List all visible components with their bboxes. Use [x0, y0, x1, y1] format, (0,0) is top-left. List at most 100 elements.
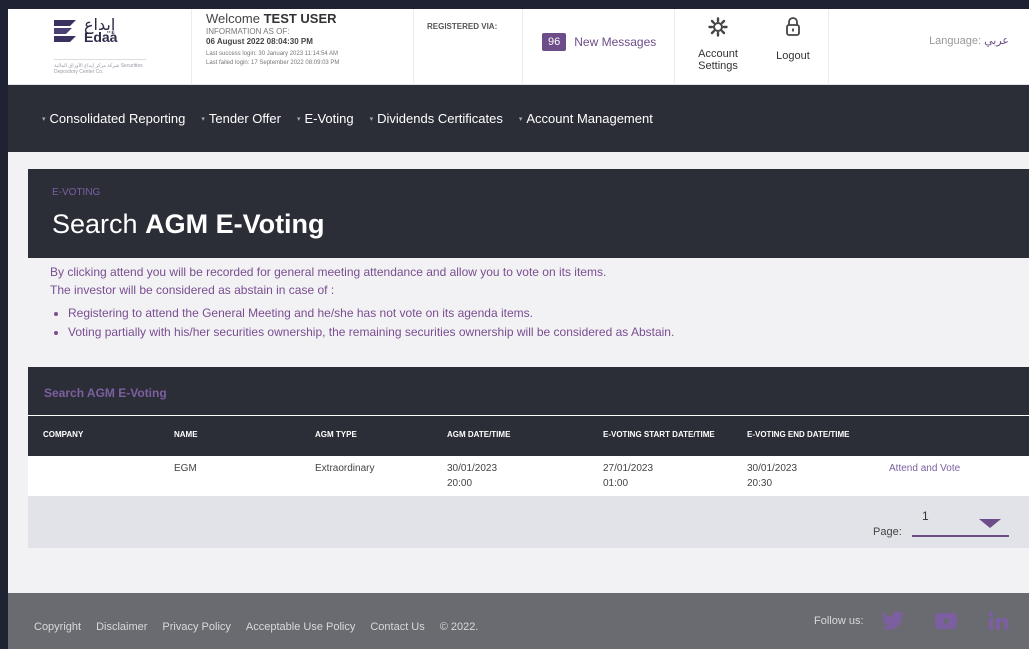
header-divider	[522, 9, 523, 85]
language-switcher[interactable]: Language: عربي	[929, 34, 1009, 47]
nav-label: Account Management	[526, 111, 653, 126]
youtube-icon[interactable]	[934, 611, 958, 631]
cell-evoting-start: 27/01/2023 01:00	[603, 461, 653, 491]
start-date: 27/01/2023	[603, 463, 654, 474]
cell-name: EGM	[174, 463, 197, 474]
table-row: EGM Extraordinary 30/01/2023 20:00 27/01…	[28, 456, 1029, 496]
welcome-block: Welcome TEST USER INFORMATION AS OF: 06 …	[206, 11, 416, 68]
cell-evoting-end: 30/01/2023 20:30	[747, 461, 797, 491]
page: إيداع Edaa شركة مركز إيداع الأوراق المال…	[8, 9, 1029, 649]
header-divider	[191, 9, 192, 85]
end-date: 30/01/2023	[747, 463, 798, 474]
welcome-line: Welcome TEST USER	[206, 11, 416, 26]
notice-bullet: Registering to attend the General Meetin…	[68, 304, 1000, 323]
end-time: 20:30	[747, 478, 773, 489]
messages-count-badge: 96	[542, 33, 567, 51]
gear-icon	[708, 17, 728, 37]
page-select[interactable]: 1	[912, 507, 1009, 537]
header-divider	[828, 9, 829, 85]
messages-label: New Messages	[574, 35, 657, 49]
column-agm-type: AGM TYPE	[315, 430, 357, 439]
language-label: Language:	[929, 35, 982, 47]
nav-e-voting[interactable]: ▾ E-Voting	[297, 111, 354, 126]
login-history: Last success login: 30 January 2023 11:1…	[206, 50, 416, 68]
table-header: COMPANY NAME AGM TYPE AGM DATE/TIME E-VO…	[28, 416, 1029, 456]
panel-header: Search AGM E-Voting	[28, 367, 1029, 416]
info-as-of-label: INFORMATION AS OF:	[206, 27, 290, 36]
footer-links: Copyright Disclaimer Privacy Policy Acce…	[34, 621, 478, 633]
nav-bullet-icon: ▾	[201, 115, 205, 123]
nav-label: Tender Offer	[208, 111, 281, 126]
footer: Copyright Disclaimer Privacy Policy Acce…	[8, 593, 1029, 649]
page-title-prefix: Search	[52, 209, 138, 239]
logout-button[interactable]: Logout	[766, 17, 820, 62]
nav-bullet-icon: ▾	[296, 115, 301, 123]
linkedin-icon[interactable]	[986, 611, 1010, 631]
header-divider	[674, 9, 675, 85]
column-evoting-start: E-VOTING START DATE/TIME	[603, 430, 715, 439]
nav-label: Consolidated Reporting	[49, 111, 186, 126]
notice-list: Registering to attend the General Meetin…	[50, 304, 1000, 342]
nav-bullet-icon: ▾	[518, 115, 523, 123]
registered-via-label: REGISTERED VIA:	[427, 22, 498, 31]
notice-line-1: By clicking attend you will be recorded …	[50, 265, 607, 279]
page-title-bold: AGM E-Voting	[145, 209, 325, 239]
column-name: NAME	[174, 430, 198, 439]
nav-label: E-Voting	[304, 111, 354, 126]
footer-link-contact-us[interactable]: Contact Us	[370, 621, 424, 633]
welcome-prefix: Welcome	[206, 11, 260, 26]
footer-link-privacy-policy[interactable]: Privacy Policy	[162, 621, 230, 633]
pagination: Page: 1	[28, 496, 1029, 548]
page-title: Search AGM E-Voting	[52, 209, 325, 240]
column-company: COMPANY	[43, 430, 84, 439]
notice-bullet: Voting partially with his/her securities…	[68, 323, 1000, 342]
cell-agm-datetime: 30/01/2023 20:00	[447, 461, 497, 491]
follow-us-label: Follow us:	[814, 615, 864, 627]
header-divider	[413, 9, 414, 85]
attend-and-vote-link[interactable]: Attend and Vote	[889, 461, 960, 476]
nav-dividends-certificates[interactable]: ▾ Dividends Certificates	[370, 111, 503, 126]
page-select-value: 1	[922, 509, 929, 523]
new-messages-button[interactable]: 96 New Messages	[542, 33, 656, 51]
footer-link-acceptable-use[interactable]: Acceptable Use Policy	[246, 621, 355, 633]
username: TEST USER	[263, 11, 337, 26]
twitter-icon[interactable]	[881, 611, 905, 631]
agm-date: 30/01/2023	[447, 463, 498, 474]
footer-copyright-year: © 2022.	[439, 621, 479, 633]
nav-consolidated-reporting[interactable]: ▾ Consolidated Reporting	[42, 111, 185, 126]
agm-evoting-panel: Search AGM E-Voting COMPANY NAME AGM TYP…	[28, 367, 1029, 548]
panel-title: Search AGM E-Voting	[44, 386, 167, 400]
account-settings-button[interactable]: Account Settings	[688, 17, 748, 72]
notice-line-2: The investor will be considered as absta…	[50, 283, 335, 297]
nav-bullet-icon: ▾	[42, 115, 46, 123]
column-evoting-end: E-VOTING END DATE/TIME	[747, 430, 850, 439]
info-as-of-date: 06 August 2022 08:04:30 PM	[206, 37, 313, 46]
footer-link-disclaimer[interactable]: Disclaimer	[96, 621, 147, 633]
cell-agm-type: Extraordinary	[315, 463, 375, 474]
attendance-notice: By clicking attend you will be recorded …	[50, 263, 1000, 342]
logout-label: Logout	[776, 50, 810, 62]
agm-time: 20:00	[447, 478, 473, 489]
nav-tender-offer[interactable]: ▾ Tender Offer	[201, 111, 281, 126]
page-banner: E-VOTING Search AGM E-Voting	[28, 169, 1029, 258]
logo-tagline: شركة مركز إيداع الأوراق المالية Securiti…	[54, 59, 146, 75]
edaa-logo-mark-icon	[54, 20, 76, 42]
language-value[interactable]: عربي	[984, 34, 1009, 47]
breadcrumb[interactable]: E-VOTING	[52, 187, 100, 198]
lock-icon	[786, 17, 800, 36]
main-nav: ▾ Consolidated Reporting ▾ Tender Offer …	[8, 85, 1029, 152]
edaa-logo[interactable]: إيداع Edaa شركة مركز إيداع الأوراق المال…	[52, 15, 148, 79]
nav-bullet-icon: ▾	[369, 115, 374, 123]
nav-account-management[interactable]: ▾ Account Management	[519, 111, 653, 126]
last-failed-login: Last failed login: 17 September 2022 08:…	[206, 60, 340, 66]
page-label: Page:	[873, 526, 902, 538]
footer-link-copyright[interactable]: Copyright	[34, 621, 81, 633]
nav-label: Dividends Certificates	[377, 111, 503, 126]
last-success-login: Last success login: 30 January 2023 11:1…	[206, 51, 338, 57]
account-settings-label: Account Settings	[698, 48, 738, 72]
logo-text-english: Edaa	[84, 29, 118, 45]
start-time: 01:00	[603, 478, 629, 489]
chevron-down-icon	[979, 519, 1001, 528]
top-header: إيداع Edaa شركة مركز إيداع الأوراق المال…	[8, 9, 1029, 85]
column-agm-datetime: AGM DATE/TIME	[447, 430, 511, 439]
